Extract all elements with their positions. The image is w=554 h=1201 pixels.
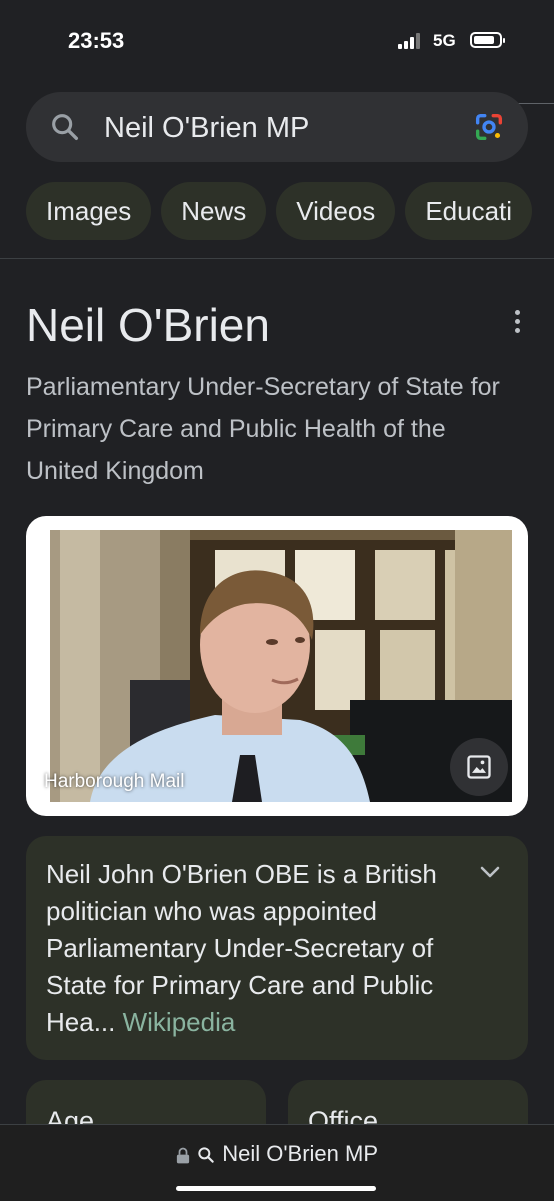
divider-line (0, 258, 554, 259)
status-bar: 23:53 5G (0, 0, 554, 86)
panel-title: Neil O'Brien (26, 299, 270, 351)
wikipedia-link[interactable]: Wikipedia (123, 1007, 236, 1037)
image-viewer-button[interactable] (450, 738, 508, 796)
chip-news[interactable]: News (161, 182, 267, 240)
image-icon (467, 755, 491, 779)
clock: 23:53 (68, 28, 125, 53)
panel-subtitle: Parliamentary Under-Secretary of State f… (26, 373, 500, 485)
search-query[interactable]: Neil O'Brien MP (104, 112, 309, 145)
battery-icon (470, 32, 505, 48)
chevron-down-icon[interactable] (480, 866, 500, 880)
chip-images[interactable]: Images (26, 182, 152, 240)
chip-videos[interactable]: Videos (276, 182, 396, 240)
search-box[interactable]: Neil O'Brien MP (26, 92, 528, 162)
google-lens-icon[interactable] (472, 110, 506, 144)
lock-icon (176, 1147, 190, 1164)
url-text[interactable]: Neil O'Brien MP (222, 1141, 378, 1166)
description-text: Neil John O'Brien OBE is a British polit… (46, 859, 437, 1037)
address-bar-content: Neil O'Brien MP (0, 1141, 554, 1167)
image-source-caption: Harborough Mail (44, 771, 185, 792)
home-indicator[interactable] (176, 1186, 376, 1191)
more-options-icon[interactable] (505, 310, 529, 340)
network-type: 5G (433, 31, 456, 50)
filter-chips: Images News Videos Educati (26, 182, 554, 242)
search-icon (198, 1147, 214, 1163)
signal-icon (398, 33, 424, 49)
search-icon (52, 114, 79, 141)
chip-education[interactable]: Educati (405, 182, 533, 240)
portrait-photo[interactable] (50, 530, 512, 802)
description-card[interactable]: Neil John O'Brien OBE is a British polit… (26, 836, 528, 1060)
